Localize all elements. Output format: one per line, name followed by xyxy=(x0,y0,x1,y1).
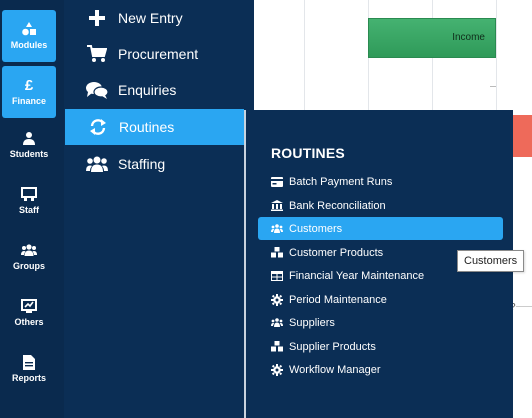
rail-item-label: Others xyxy=(14,317,44,327)
cart-icon xyxy=(86,43,108,65)
tooltip: Customers xyxy=(457,250,525,272)
pound-icon: £ xyxy=(24,76,34,94)
menu-item-label: Bank Reconciliation xyxy=(289,199,386,212)
users-icon xyxy=(271,223,283,235)
axis-tick xyxy=(490,86,496,87)
menu-item-label: Workflow Manager xyxy=(289,363,381,376)
chart-icon xyxy=(21,298,37,314)
panel-title: ROUTINES xyxy=(271,145,345,161)
nav-item-procurement[interactable]: Procurement xyxy=(64,36,244,72)
menu-item-period-maintenance[interactable]: Period Maintenance xyxy=(258,288,503,311)
menu-item-suppliers[interactable]: Suppliers xyxy=(258,311,503,334)
rail-item-label: Modules xyxy=(10,40,48,50)
credit-card-icon xyxy=(271,176,283,188)
menu-item-label: Customer Products xyxy=(289,246,384,259)
cubes-icon xyxy=(271,247,283,259)
rail-item-label: Staff xyxy=(19,205,39,215)
users-icon xyxy=(271,317,283,329)
nav-item-enquiries[interactable]: Enquiries xyxy=(64,72,244,108)
nav-item-label: Staffing xyxy=(118,156,166,172)
module-rail: Modules £ Finance Students Staff Groups … xyxy=(0,0,64,418)
nav-item-staffing[interactable]: Staffing xyxy=(64,146,244,182)
rail-item-label: Students xyxy=(9,149,49,159)
cubes-icon xyxy=(271,341,283,353)
plus-icon xyxy=(86,7,108,29)
divider xyxy=(516,306,532,307)
income-bar-label: Income xyxy=(452,32,485,43)
menu-item-label: Suppliers xyxy=(289,316,335,329)
rail-item-groups[interactable]: Groups xyxy=(2,242,56,272)
income-bar[interactable]: Income xyxy=(368,18,496,58)
nav-item-label: Enquiries xyxy=(118,82,177,98)
rail-item-label: Groups xyxy=(12,261,45,271)
nav-item-routines[interactable]: Routines xyxy=(65,109,244,145)
rail-item-others[interactable]: Others xyxy=(2,298,56,328)
gridline xyxy=(304,0,305,110)
cog-icon xyxy=(271,293,283,306)
menu-item-label: Supplier Products xyxy=(289,340,376,353)
menu-item-label: Financial Year Maintenance xyxy=(289,269,425,282)
cog-icon xyxy=(271,363,283,376)
menu-item-supplier-products[interactable]: Supplier Products xyxy=(258,335,503,358)
menu-item-bank-reconciliation[interactable]: Bank Reconciliation xyxy=(258,194,503,217)
rail-item-finance[interactable]: £ Finance xyxy=(2,66,56,118)
finance-nav: New Entry Procurement Enquiries Routines… xyxy=(64,0,254,418)
chalkboard-icon xyxy=(21,186,37,202)
gridline xyxy=(496,0,497,110)
shapes-icon xyxy=(21,21,37,37)
nav-item-label: New Entry xyxy=(118,10,183,26)
document-icon xyxy=(21,354,37,370)
menu-item-label: Customers xyxy=(289,222,343,235)
user-icon xyxy=(21,130,37,146)
table-icon xyxy=(271,270,283,282)
rail-item-reports[interactable]: Reports xyxy=(2,354,56,384)
rail-item-students[interactable]: Students xyxy=(2,130,56,160)
bank-icon xyxy=(271,200,283,212)
users-icon xyxy=(86,153,108,175)
menu-item-workflow-manager[interactable]: Workflow Manager xyxy=(258,358,503,381)
rail-item-label: Finance xyxy=(11,96,46,106)
nav-item-label: Procurement xyxy=(118,46,199,62)
rail-item-staff[interactable]: Staff xyxy=(2,186,56,216)
users-icon xyxy=(21,242,37,258)
sync-icon xyxy=(87,116,109,138)
menu-item-label: Period Maintenance xyxy=(289,293,387,306)
expense-bar[interactable] xyxy=(512,115,532,157)
nav-item-new-entry[interactable]: New Entry xyxy=(64,0,244,36)
menu-item-label: Batch Payment Runs xyxy=(289,175,393,188)
rail-item-label: Reports xyxy=(11,373,46,383)
comments-icon xyxy=(86,79,108,101)
rail-item-modules[interactable]: Modules xyxy=(2,10,56,62)
nav-item-label: Routines xyxy=(119,119,175,135)
menu-item-customers[interactable]: Customers xyxy=(258,217,503,240)
menu-item-batch-payment-runs[interactable]: Batch Payment Runs xyxy=(258,170,503,193)
